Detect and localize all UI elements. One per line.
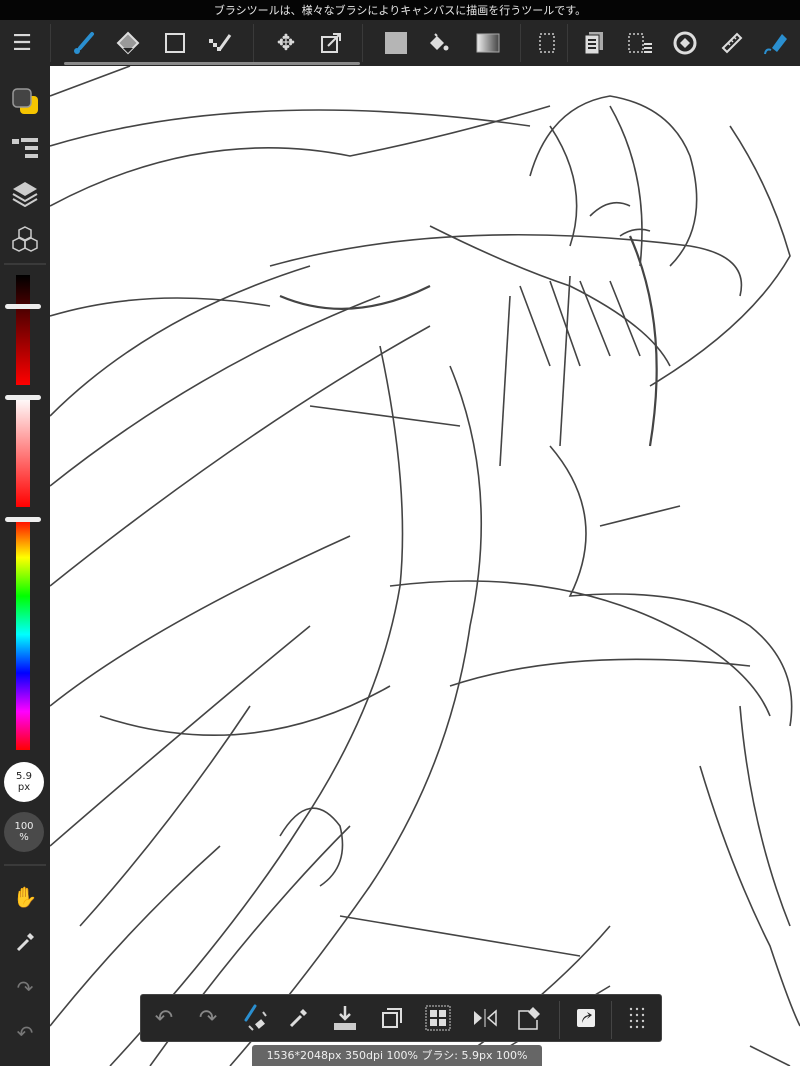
rectangle-icon bbox=[165, 33, 185, 53]
brightness-slider-handle[interactable] bbox=[5, 304, 41, 309]
redo-icon: ↷ bbox=[16, 976, 34, 1000]
divider bbox=[520, 24, 521, 62]
bucket-icon bbox=[430, 33, 449, 51]
copy-icon bbox=[584, 32, 603, 55]
import-icon bbox=[334, 1006, 356, 1030]
hue-slider-handle[interactable] bbox=[5, 517, 41, 522]
selection-menu-icon bbox=[628, 33, 652, 53]
top-toolbar: ☰ ✥ bbox=[0, 20, 800, 66]
opacity-unit: % bbox=[19, 832, 29, 843]
flip-button[interactable] bbox=[465, 995, 505, 1041]
divider bbox=[4, 263, 46, 265]
brightness-slider[interactable] bbox=[16, 275, 30, 385]
eyedropper-icon bbox=[16, 933, 34, 952]
canvas-info-bar: 1536*2048px 350dpi 100% ブラシ: 5.9px 100% bbox=[252, 1045, 542, 1066]
divider bbox=[559, 1001, 560, 1039]
redo-button[interactable]: ↷ bbox=[188, 995, 228, 1041]
shape-tool-button[interactable] bbox=[155, 20, 195, 66]
selection-menu-button[interactable] bbox=[620, 20, 660, 66]
gradient-icon bbox=[476, 33, 500, 53]
brush-size-unit: px bbox=[17, 782, 31, 793]
undo-button[interactable]: ↶ bbox=[0, 1013, 50, 1053]
gradient-tool-button[interactable] bbox=[468, 20, 508, 66]
grid-icon bbox=[425, 1005, 451, 1031]
copy-layer-icon bbox=[382, 1008, 402, 1028]
hue-slider[interactable] bbox=[16, 519, 30, 750]
import-button[interactable] bbox=[325, 995, 365, 1041]
eraser-icon bbox=[116, 31, 140, 55]
color-swatch-icon bbox=[12, 88, 38, 114]
move-tool-button[interactable]: ✥ bbox=[266, 20, 306, 66]
select-tool-button[interactable] bbox=[527, 20, 567, 66]
ruler-button[interactable] bbox=[712, 20, 752, 66]
share-icon bbox=[577, 1009, 595, 1027]
pen-icon bbox=[764, 34, 787, 55]
drawing-canvas[interactable] bbox=[50, 66, 800, 1066]
grid-button[interactable] bbox=[418, 995, 458, 1041]
status-message: ブラシツールは、様々なブラシによりキャンバスに描画を行うツールです。 bbox=[0, 0, 800, 20]
copy-layer-button[interactable] bbox=[372, 995, 412, 1041]
clear-button[interactable] bbox=[510, 995, 550, 1041]
transform-icon bbox=[321, 33, 341, 53]
brush-eraser-toggle[interactable] bbox=[235, 995, 275, 1041]
ruler-icon bbox=[721, 32, 743, 54]
layers-icon bbox=[12, 182, 38, 207]
bottom-toolbar: ↶ ↷ bbox=[140, 994, 662, 1042]
dot-tool-button[interactable] bbox=[200, 20, 240, 66]
brush-eraser-toggle-icon bbox=[244, 1004, 267, 1031]
opacity-value: 100 bbox=[14, 821, 34, 832]
divider bbox=[4, 864, 46, 866]
tool-group-indicator bbox=[64, 62, 360, 65]
opacity-button[interactable]: 100 % bbox=[4, 812, 44, 852]
cubes-icon bbox=[12, 226, 38, 252]
copy-button[interactable] bbox=[574, 20, 614, 66]
divider bbox=[253, 24, 254, 62]
clear-icon bbox=[518, 1007, 540, 1030]
undo-button[interactable]: ↶ bbox=[144, 995, 184, 1041]
flip-icon bbox=[474, 1009, 497, 1027]
redo-icon: ↷ bbox=[198, 1005, 218, 1031]
eyedropper-button[interactable] bbox=[0, 922, 50, 962]
eyedropper-button[interactable] bbox=[278, 995, 318, 1041]
rotate-icon bbox=[673, 31, 697, 55]
divider bbox=[50, 24, 51, 62]
brush-list-button[interactable] bbox=[0, 128, 50, 168]
left-sidebar: 5.9 px 100 % ✋ ↷ ↶ bbox=[0, 66, 50, 1066]
hamburger-icon: ☰ bbox=[12, 30, 32, 56]
dot-pen-icon bbox=[209, 34, 232, 51]
menu-button[interactable]: ☰ bbox=[2, 20, 42, 66]
brush-list-icon bbox=[12, 138, 38, 158]
layers-button[interactable] bbox=[0, 173, 50, 213]
more-icon bbox=[629, 1007, 645, 1029]
materials-button[interactable] bbox=[0, 219, 50, 259]
saturation-slider[interactable] bbox=[16, 397, 30, 507]
eyedropper-icon bbox=[289, 1009, 307, 1028]
undo-icon: ↶ bbox=[154, 1005, 174, 1031]
divider bbox=[567, 24, 568, 62]
saturation-slider-handle[interactable] bbox=[5, 395, 41, 400]
move-icon: ✥ bbox=[276, 30, 296, 56]
hand-icon: ✋ bbox=[12, 885, 38, 909]
brush-size-button[interactable]: 5.9 px bbox=[4, 762, 44, 802]
brush-tool-button[interactable] bbox=[63, 20, 103, 66]
divider bbox=[611, 1001, 612, 1039]
undo-icon: ↶ bbox=[16, 1021, 34, 1045]
pen-button[interactable] bbox=[755, 20, 795, 66]
brush-icon bbox=[74, 32, 94, 54]
transform-tool-button[interactable] bbox=[311, 20, 351, 66]
selection-icon bbox=[539, 33, 555, 53]
more-button[interactable] bbox=[617, 995, 657, 1041]
hand-tool-button[interactable]: ✋ bbox=[0, 877, 50, 917]
sketch-artwork bbox=[50, 66, 800, 1066]
share-button[interactable] bbox=[566, 995, 606, 1041]
color-swatch-button[interactable] bbox=[0, 81, 50, 121]
fill-rect-icon bbox=[385, 32, 407, 54]
bucket-tool-button[interactable] bbox=[418, 20, 458, 66]
divider bbox=[362, 24, 363, 62]
redo-button[interactable]: ↷ bbox=[0, 968, 50, 1008]
brush-size-value: 5.9 bbox=[16, 771, 32, 782]
rotate-button[interactable] bbox=[665, 20, 705, 66]
fill-tool-button[interactable] bbox=[376, 20, 416, 66]
eraser-tool-button[interactable] bbox=[108, 20, 148, 66]
